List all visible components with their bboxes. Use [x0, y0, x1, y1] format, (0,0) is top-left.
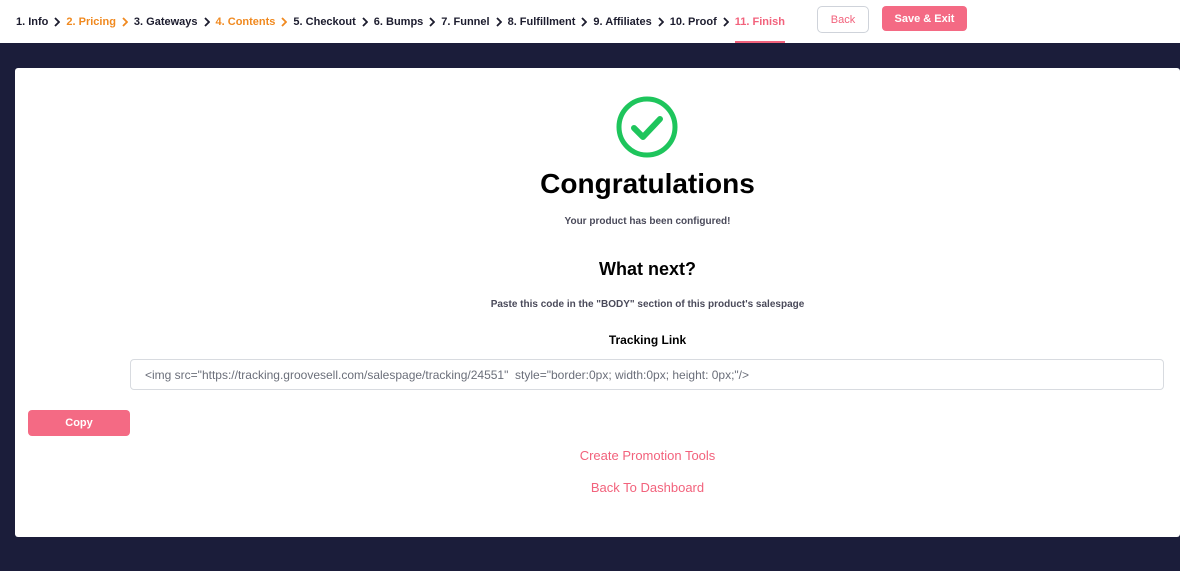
- chevron-right-icon: [658, 16, 664, 27]
- back-to-dashboard-link[interactable]: Back To Dashboard: [15, 480, 1180, 495]
- step-contents[interactable]: 4. Contents: [216, 0, 276, 43]
- step-bumps[interactable]: 6. Bumps: [374, 0, 424, 43]
- step-funnel[interactable]: 7. Funnel: [441, 0, 489, 43]
- step-pricing[interactable]: 2. Pricing: [66, 0, 116, 43]
- create-promotion-tools-link[interactable]: Create Promotion Tools: [15, 448, 1180, 463]
- chevron-right-icon: [723, 16, 729, 27]
- save-exit-button[interactable]: Save & Exit: [882, 6, 967, 31]
- chevron-right-icon: [122, 16, 128, 27]
- chevron-right-icon: [203, 16, 210, 27]
- chevron-right-icon: [362, 16, 368, 27]
- chevron-right-icon: [495, 16, 502, 27]
- chevron-right-icon: [429, 16, 436, 27]
- step-finish[interactable]: 11. Finish: [734, 0, 786, 43]
- paste-instruction: Paste this code in the "BODY" section of…: [490, 299, 805, 310]
- chevron-right-icon: [581, 16, 588, 27]
- check-circle-icon: [616, 96, 678, 158]
- step-affiliates[interactable]: 9. Affiliates: [593, 0, 651, 43]
- configured-message: Your product has been configured!: [564, 216, 731, 227]
- step-checkout[interactable]: 5. Checkout: [293, 0, 355, 43]
- page-title: Congratulations: [540, 168, 755, 199]
- step-fulfillment[interactable]: 8. Fulfillment: [508, 0, 576, 43]
- step-gateways[interactable]: 3. Gateways: [134, 0, 198, 43]
- wizard-header: 1. Info 2. Pricing 3. Gateways 4. Conten…: [0, 0, 1180, 43]
- tracking-link-label: Tracking Link: [608, 333, 687, 347]
- what-next-heading: What next?: [599, 259, 696, 279]
- back-button[interactable]: Back: [817, 6, 869, 33]
- copy-button[interactable]: Copy: [28, 410, 130, 436]
- step-info[interactable]: 1. Info: [16, 0, 48, 43]
- chevron-right-icon: [54, 16, 61, 27]
- chevron-right-icon: [281, 16, 288, 27]
- tracking-code-field[interactable]: [130, 359, 1164, 390]
- finish-card: Congratulations Your product has been co…: [15, 68, 1180, 537]
- step-proof[interactable]: 10. Proof: [670, 0, 717, 43]
- wizard-steps: 1. Info 2. Pricing 3. Gateways 4. Conten…: [16, 0, 786, 43]
